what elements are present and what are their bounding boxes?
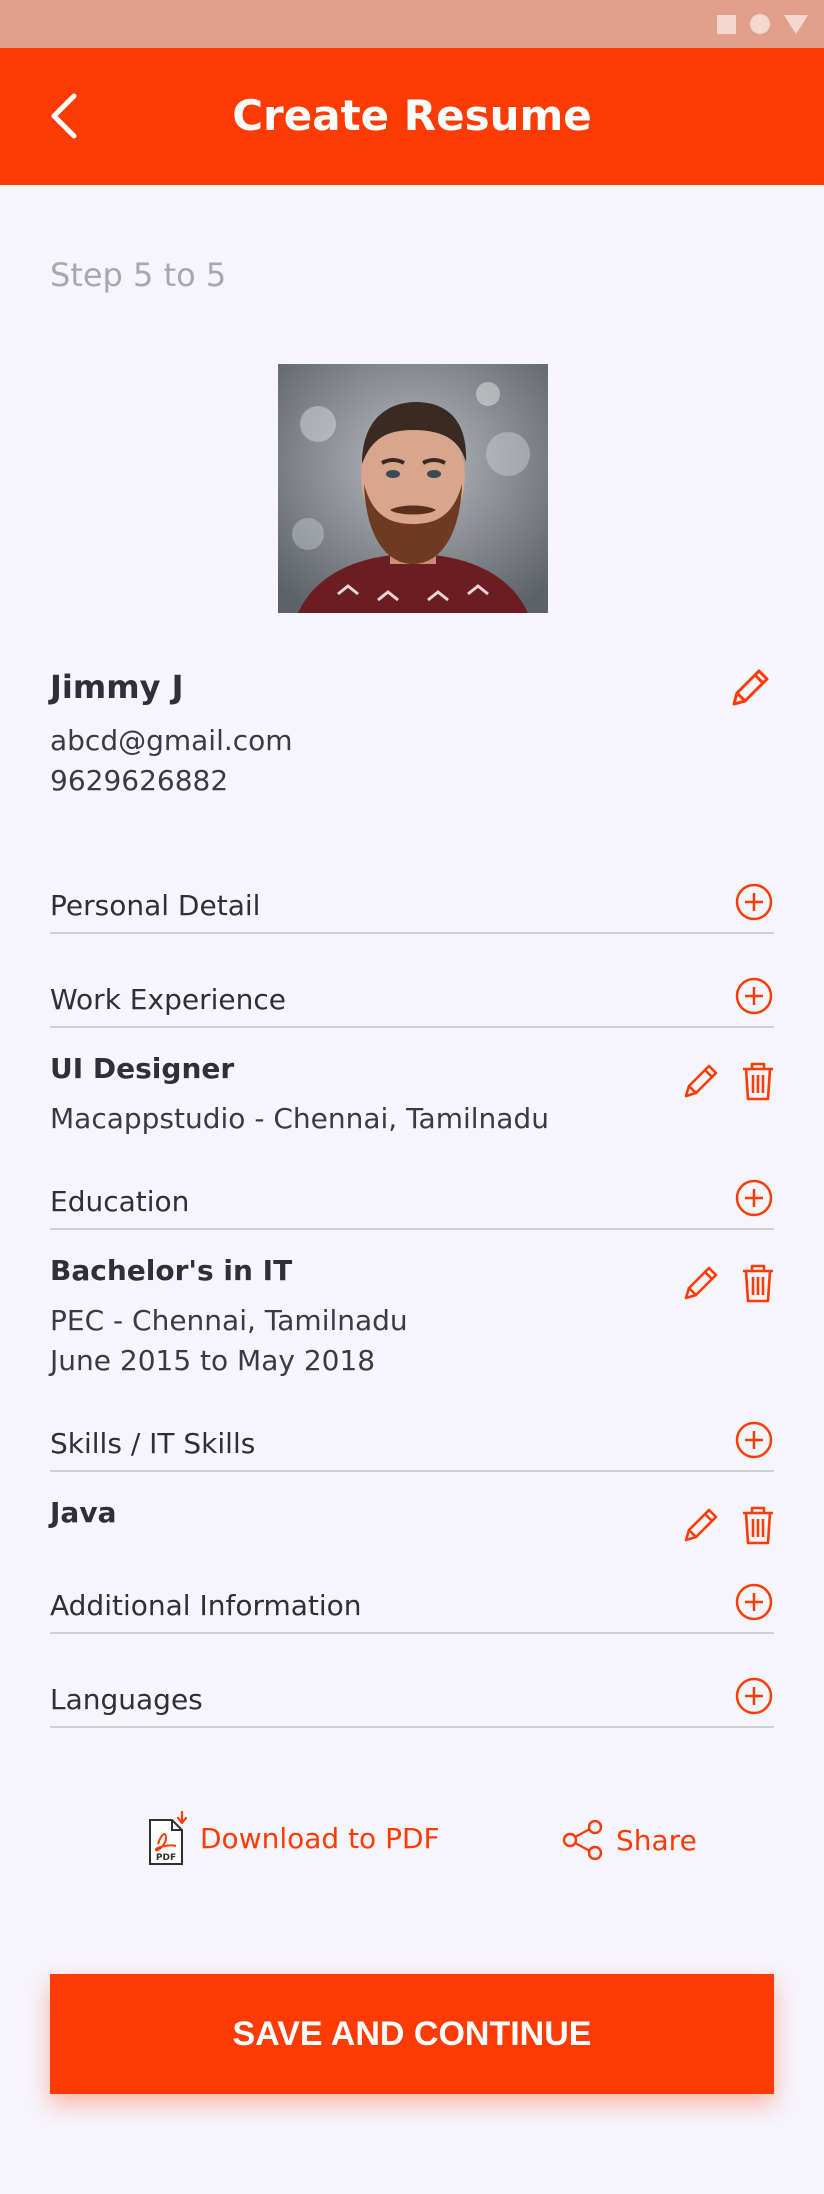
download-pdf-button[interactable]: PDF Download to PDF <box>146 1810 440 1866</box>
education-entry-dates: June 2015 to May 2018 <box>50 1344 376 1377</box>
education-entry-institution: PEC - Chennai, Tamilnadu <box>50 1304 408 1337</box>
recents-icon <box>717 14 736 34</box>
home-icon <box>750 14 770 34</box>
status-bar <box>0 0 824 48</box>
skill-entry-title: Java <box>50 1496 117 1529</box>
section-personal-detail: Personal Detail <box>50 882 774 934</box>
add-language-plus-icon[interactable] <box>734 1676 774 1716</box>
profile-name: Jimmy J <box>50 668 184 706</box>
section-label: Work Experience <box>50 983 286 1016</box>
section-languages: Languages <box>50 1676 774 1728</box>
app-bar: Create Resume <box>0 48 824 185</box>
section-work-experience: Work Experience <box>50 976 774 1028</box>
delete-work-trash-icon[interactable] <box>740 1060 776 1102</box>
add-work-experience-plus-icon[interactable] <box>734 976 774 1016</box>
profile-email: abcd@gmail.com <box>50 724 293 757</box>
save-and-continue-button[interactable]: SAVE AND CONTINUE <box>50 1974 774 2094</box>
edit-education-pencil-icon[interactable] <box>680 1262 722 1304</box>
education-entry-title: Bachelor's in IT <box>50 1254 293 1287</box>
profile-phone: 9629626882 <box>50 764 229 797</box>
section-label: Additional Information <box>50 1589 362 1622</box>
pdf-download-icon: PDF <box>149 1810 188 1865</box>
pdf-badge-label: PDF <box>156 1853 176 1863</box>
add-personal-detail-plus-icon[interactable] <box>734 882 774 922</box>
system-nav-icons <box>717 14 808 34</box>
edit-work-pencil-icon[interactable] <box>680 1060 722 1102</box>
section-skills: Skills / IT Skills <box>50 1420 774 1472</box>
share-label: Share <box>616 1823 697 1857</box>
section-label: Education <box>50 1185 190 1218</box>
delete-skill-trash-icon[interactable] <box>740 1504 776 1546</box>
section-label: Personal Detail <box>50 889 261 922</box>
step-indicator: Step 5 to 5 <box>50 256 227 294</box>
edit-skill-pencil-icon[interactable] <box>680 1504 722 1546</box>
add-additional-info-plus-icon[interactable] <box>734 1582 774 1622</box>
work-entry-company: Macappstudio - Chennai, Tamilnadu <box>50 1102 549 1135</box>
share-button[interactable]: Share <box>562 1820 697 1860</box>
add-skill-plus-icon[interactable] <box>734 1420 774 1460</box>
back-triangle-icon <box>784 14 808 34</box>
profile-photo-image <box>278 364 548 613</box>
profile-photo[interactable] <box>278 364 548 613</box>
section-label: Languages <box>50 1683 203 1716</box>
work-entry-title: UI Designer <box>50 1052 235 1085</box>
section-education: Education <box>50 1178 774 1230</box>
page-title: Create Resume <box>232 91 592 140</box>
share-icon <box>562 1820 603 1860</box>
delete-education-trash-icon[interactable] <box>740 1262 776 1304</box>
edit-profile-pencil-icon[interactable] <box>726 664 774 712</box>
section-label: Skills / IT Skills <box>50 1427 256 1460</box>
download-pdf-label: Download to PDF <box>200 1821 440 1855</box>
add-education-plus-icon[interactable] <box>734 1178 774 1218</box>
section-additional-information: Additional Information <box>50 1582 774 1634</box>
